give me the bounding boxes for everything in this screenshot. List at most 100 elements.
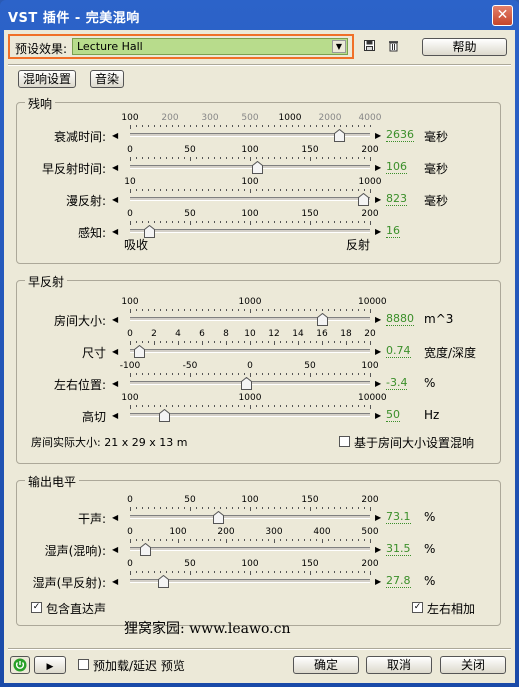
right-arrow-icon[interactable]: ▶ (375, 195, 381, 204)
dimension-thumb[interactable] (133, 344, 145, 358)
save-preset-icon[interactable] (362, 40, 376, 54)
perception-tick (340, 221, 341, 223)
left-arrow-icon[interactable]: ◀ (112, 195, 118, 204)
perception-tick (214, 221, 215, 223)
decay-time-scale-label: 4000 (358, 113, 382, 123)
decay-time-scale-label: 100 (121, 113, 139, 123)
right-arrow-icon[interactable]: ▶ (375, 163, 381, 172)
high-cut-thumb[interactable] (158, 408, 170, 422)
wet-reverb-level-tick (238, 539, 239, 541)
left-right-position-label: 左右位置: (53, 378, 106, 392)
dry-level-scale-label: 200 (361, 495, 379, 505)
dry-level-thumb[interactable] (212, 510, 224, 524)
room-size-thumb[interactable] (317, 312, 328, 326)
right-arrow-icon[interactable]: ▶ (375, 379, 381, 388)
left-right-position-tick (268, 373, 269, 375)
left-arrow-icon[interactable]: ◀ (112, 131, 118, 140)
left-arrow-icon[interactable]: ◀ (112, 315, 118, 324)
wet-reverb-level-tick (292, 539, 293, 541)
wet-early-level-tick (334, 571, 335, 573)
diffusion-track[interactable] (130, 197, 370, 201)
wet-reverb-level-thumb[interactable] (140, 542, 152, 556)
room-size-checkbox[interactable] (339, 436, 350, 447)
left-arrow-icon[interactable]: ◀ (112, 513, 118, 522)
right-arrow-icon[interactable]: ▶ (375, 513, 381, 522)
dimension-tick (346, 341, 347, 345)
room-size-track[interactable] (130, 317, 370, 321)
help-button[interactable]: 帮助 (422, 38, 507, 56)
dry-level-tick (244, 507, 245, 509)
early-reflection-time-thumb[interactable] (252, 160, 264, 174)
dimension-track[interactable] (130, 349, 370, 353)
close-window-button[interactable]: ✕ (492, 5, 513, 26)
decay-time-tick (208, 125, 209, 127)
right-arrow-icon[interactable]: ▶ (375, 131, 381, 140)
dry-level-track[interactable] (130, 515, 370, 519)
perception-value[interactable]: 16 (386, 225, 400, 238)
dry-level-tick (364, 507, 365, 509)
right-arrow-icon[interactable]: ▶ (375, 411, 381, 420)
wet-early-level-value[interactable]: 27.8 (386, 575, 411, 588)
lr-sum-checkbox[interactable]: ✓ (412, 602, 423, 613)
right-arrow-icon[interactable]: ▶ (375, 227, 381, 236)
early-reflection-time-tick (340, 157, 341, 159)
high-cut-tick (142, 405, 143, 407)
diffusion-tick (256, 189, 257, 191)
dimension-value[interactable]: 0.74 (386, 345, 411, 358)
dry-level-value[interactable]: 73.1 (386, 511, 411, 524)
include-direct-checkbox[interactable]: ✓ (31, 602, 42, 613)
play-button[interactable]: ▶ (34, 656, 66, 674)
left-arrow-icon[interactable]: ◀ (112, 227, 118, 236)
left-arrow-icon[interactable]: ◀ (112, 411, 118, 420)
perception-tick (172, 221, 173, 223)
wet-reverb-level-tick (358, 539, 359, 541)
cancel-button[interactable]: 取消 (366, 656, 432, 674)
left-arrow-icon[interactable]: ◀ (112, 379, 118, 388)
preload-checkbox[interactable] (78, 659, 89, 670)
wet-early-level-thumb[interactable] (158, 574, 170, 588)
right-arrow-icon[interactable]: ▶ (375, 347, 381, 356)
dry-level-unit: % (424, 510, 436, 524)
perception-tick (274, 221, 275, 223)
tab-coloration[interactable]: 音染 (90, 70, 125, 88)
left-arrow-icon[interactable]: ◀ (112, 163, 118, 172)
power-button[interactable] (10, 656, 30, 674)
left-right-position-tick (292, 373, 293, 375)
decay-time-tick (358, 125, 359, 127)
wet-early-level-tick (172, 571, 173, 573)
left-right-position-tick (214, 373, 215, 375)
title-bar[interactable]: VST 插件 - 完美混响 ✕ (0, 0, 519, 30)
perception-track[interactable] (130, 229, 370, 233)
early-reflection-time-value[interactable]: 106 (386, 161, 407, 174)
room-size-value[interactable]: 8880 (386, 313, 414, 326)
right-arrow-icon[interactable]: ▶ (375, 315, 381, 324)
diffusion-tick (370, 189, 371, 193)
close-button[interactable]: 关闭 (440, 656, 506, 674)
left-arrow-icon[interactable]: ◀ (112, 545, 118, 554)
left-right-position-thumb[interactable] (240, 376, 252, 390)
room-size-tick (244, 309, 245, 311)
chevron-down-icon[interactable]: ▼ (332, 40, 346, 53)
diffusion-tick (202, 189, 203, 191)
right-arrow-icon[interactable]: ▶ (375, 545, 381, 554)
decay-time-thumb[interactable] (333, 128, 345, 142)
right-arrow-icon[interactable]: ▶ (375, 577, 381, 586)
diffusion-value[interactable]: 823 (386, 193, 407, 206)
left-arrow-icon[interactable]: ◀ (112, 577, 118, 586)
high-cut-value[interactable]: 50 (386, 409, 400, 422)
decay-time-value[interactable]: 2636 (386, 129, 414, 142)
ok-button[interactable]: 确定 (293, 656, 359, 674)
tab-reverb-settings[interactable]: 混响设置 (18, 70, 77, 88)
left-arrow-icon[interactable]: ◀ (112, 347, 118, 356)
diffusion-thumb[interactable] (357, 192, 369, 206)
early-reflection-time-track[interactable] (130, 165, 370, 169)
perception-tick (196, 221, 197, 223)
wet-reverb-level-value[interactable]: 31.5 (386, 543, 411, 556)
wet-reverb-level-track[interactable] (130, 547, 370, 551)
diffusion-tick (268, 189, 269, 191)
preset-dropdown[interactable]: Lecture Hall ▼ (72, 38, 348, 55)
early-reflection-time-tick (298, 157, 299, 159)
wet-reverb-level-scale-label: 100 (169, 527, 187, 537)
delete-preset-icon[interactable] (386, 40, 400, 54)
left-right-position-value[interactable]: -3.4 (386, 377, 408, 390)
